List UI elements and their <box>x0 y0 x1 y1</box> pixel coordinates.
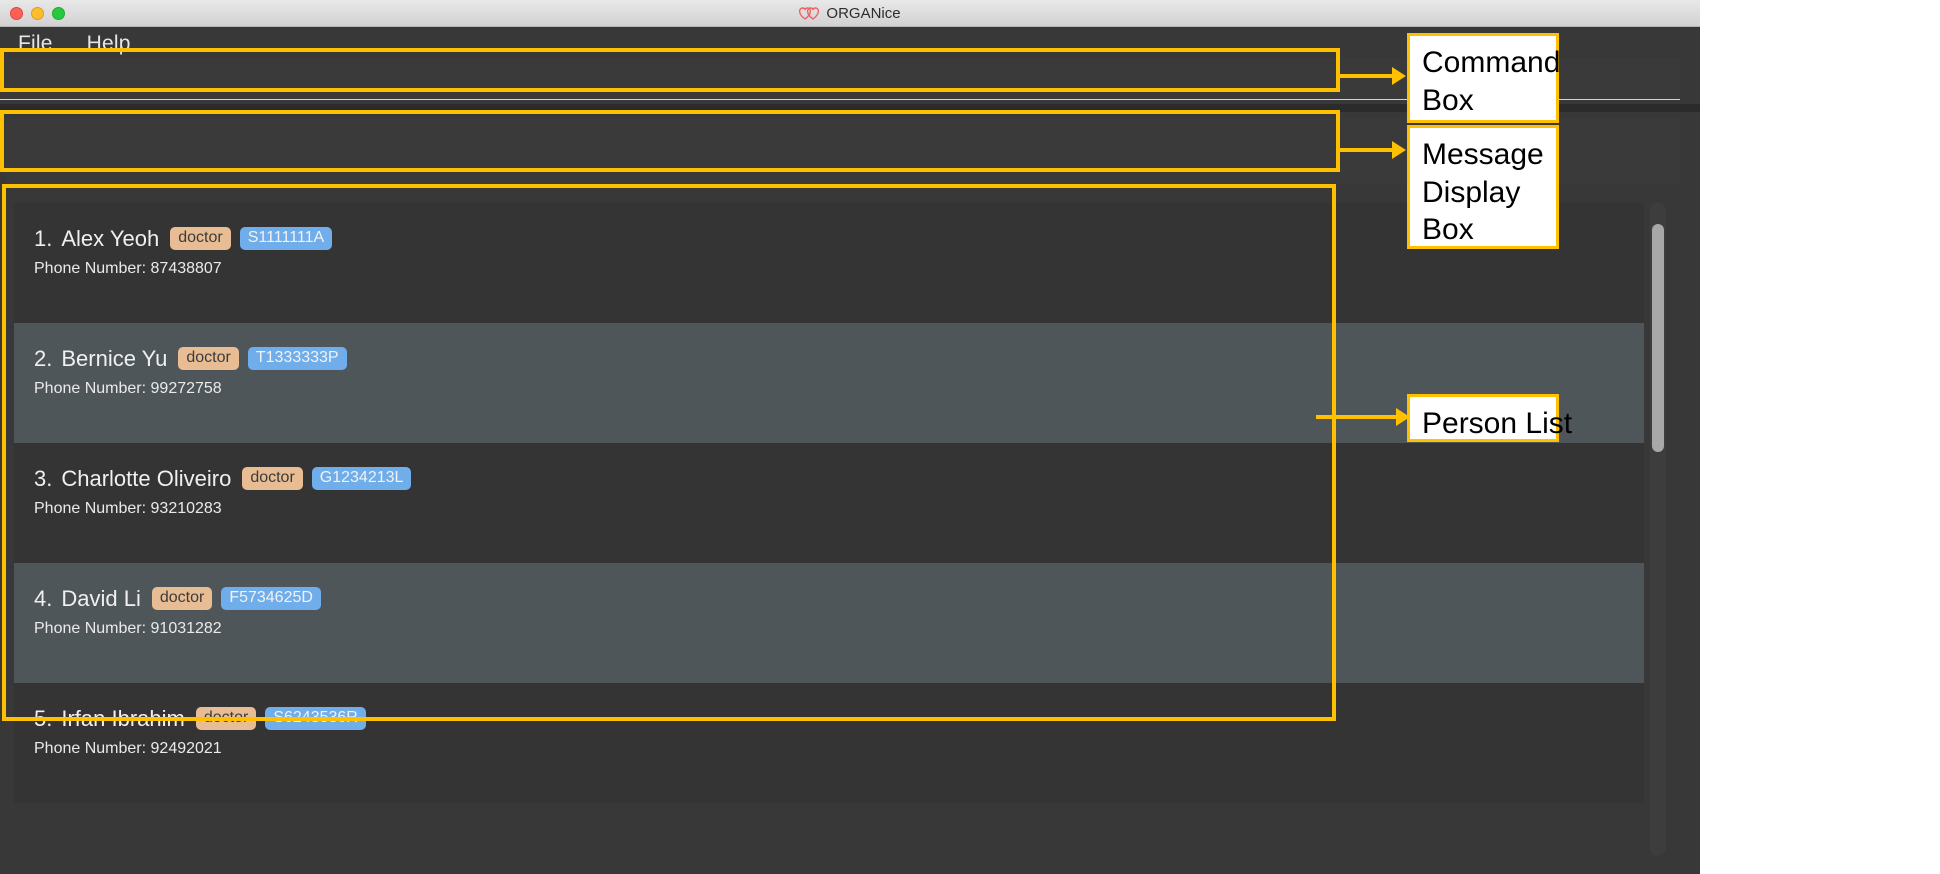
person-list-highlight-outline <box>2 184 1336 721</box>
command-box-highlight-outline <box>0 48 1340 92</box>
window-titlebar: ORGANice <box>0 0 1700 27</box>
annotation-margin <box>1700 0 1940 874</box>
annotation-text: Message Display Box <box>1422 138 1544 246</box>
annotation-text: Person List <box>1422 407 1573 440</box>
annotation-text: Command Box <box>1422 46 1561 117</box>
person-list-scrollbar-thumb[interactable] <box>1652 224 1664 452</box>
screenshot-root: ORGANice File Help 1. Alex Yeoh doctor S… <box>0 0 1940 874</box>
annotation-label-command-box: Command Box <box>1407 33 1561 123</box>
annotation-label-message-display-box: Message Display Box <box>1407 125 1559 249</box>
annotation-label-person-list: Person List <box>1407 394 1572 442</box>
person-phone-label: Phone Number: <box>34 740 147 757</box>
window-title: ORGANice <box>826 4 901 22</box>
double-heart-icon <box>799 7 820 20</box>
window-title-group: ORGANice <box>799 4 901 22</box>
person-list-scrollbar-track[interactable] <box>1650 202 1666 856</box>
person-phone-row: Phone Number: 92492021 <box>34 740 1644 758</box>
person-phone-value: 92492021 <box>150 740 222 757</box>
close-window-button[interactable] <box>10 7 23 20</box>
minimize-window-button[interactable] <box>31 7 44 20</box>
traffic-light-controls <box>10 0 65 27</box>
maximize-window-button[interactable] <box>52 7 65 20</box>
message-display-box-highlight-outline <box>0 110 1340 172</box>
